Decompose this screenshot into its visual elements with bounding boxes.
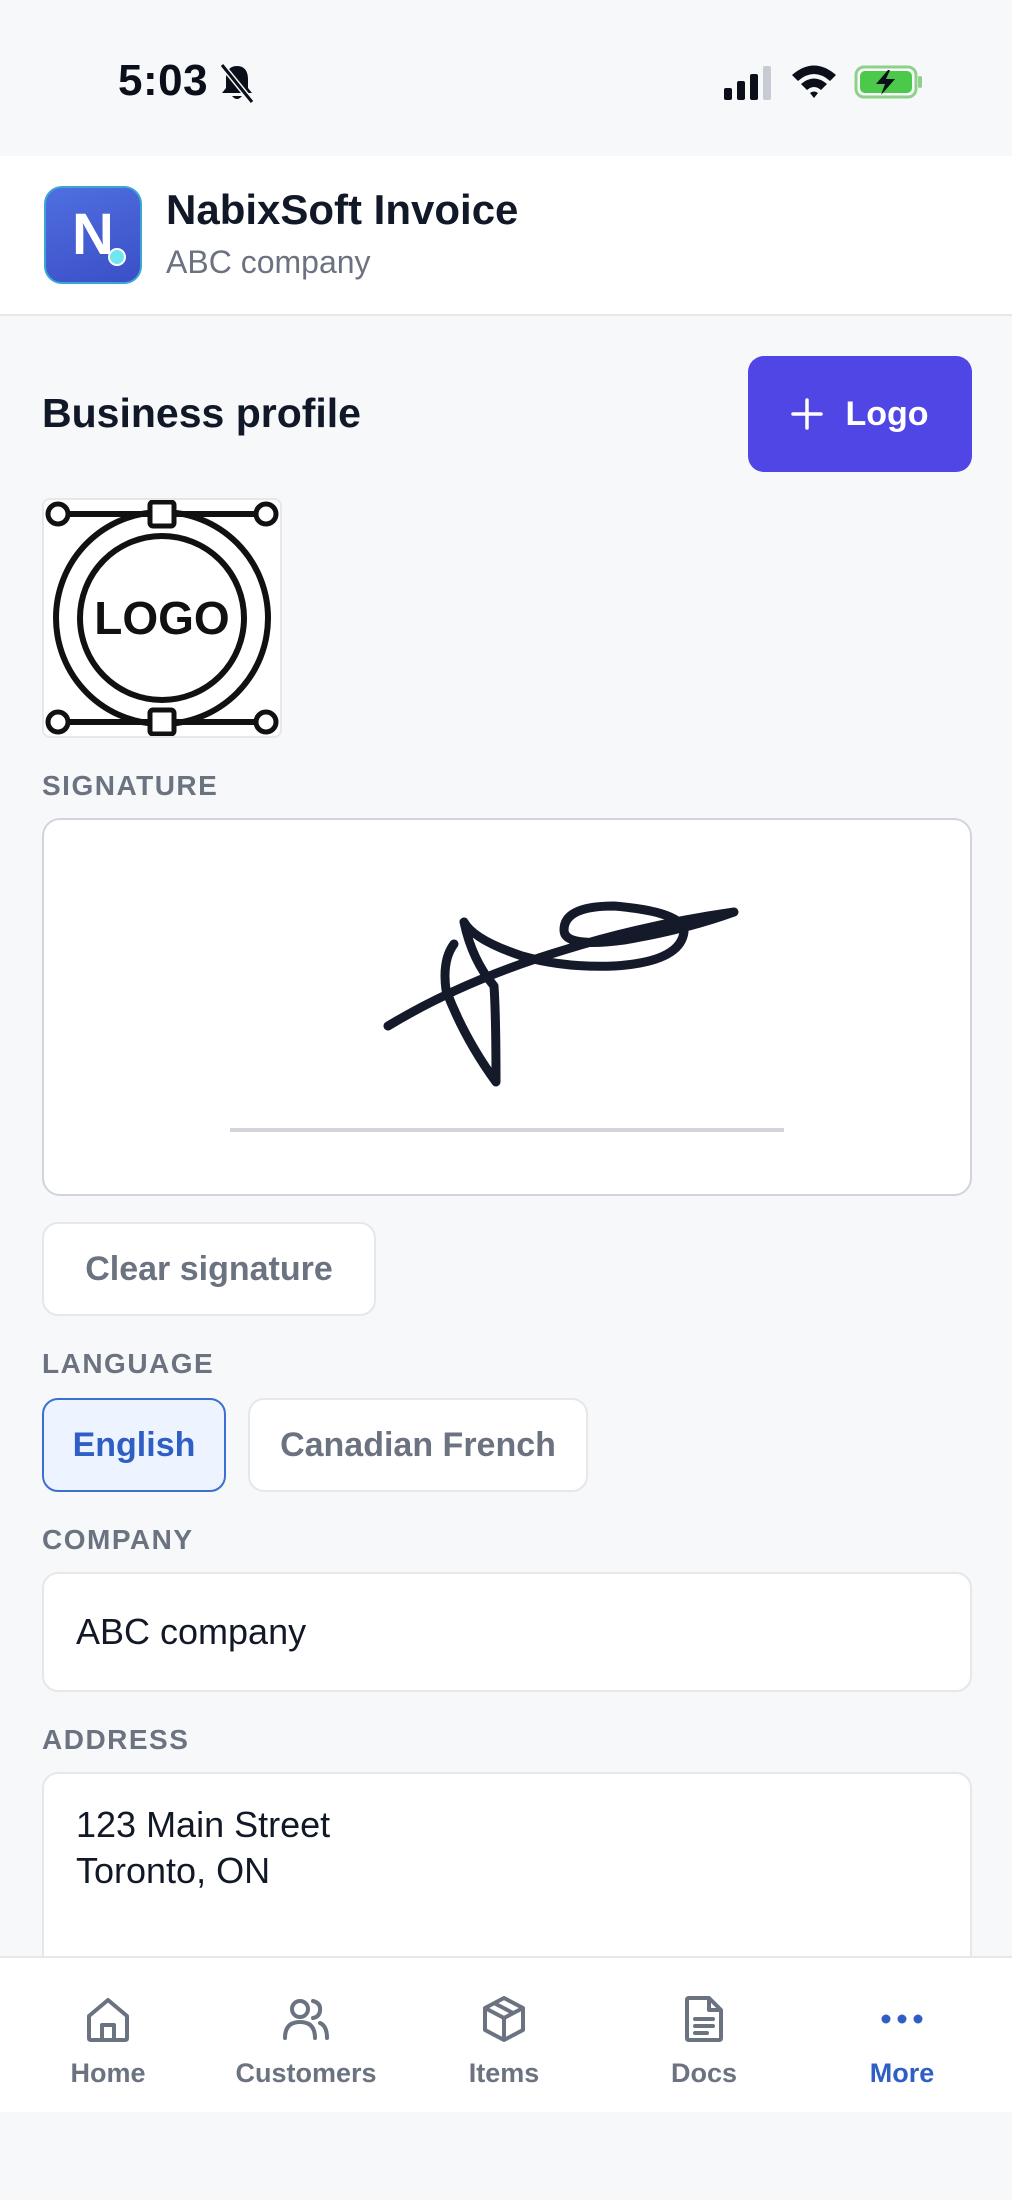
nav-customers-label: Customers [235, 2058, 377, 2088]
logo-text: LOGO [94, 592, 229, 644]
app-logo: N [44, 186, 142, 284]
signature-label: SIGNATURE [42, 770, 219, 801]
business-profile-screen: 5:03 N NabixSoft Invoice ABC company Bus… [0, 0, 1012, 2200]
status-bar: 5:03 [0, 0, 1012, 156]
wifi-icon [792, 65, 836, 98]
box-icon [483, 1996, 525, 2042]
document-icon [685, 1996, 723, 2042]
nav-more-label: More [869, 2058, 935, 2088]
app-header: N NabixSoft Invoice ABC company [0, 156, 1012, 316]
signature-pad[interactable] [42, 818, 972, 1196]
company-input[interactable]: ABC company [42, 1572, 972, 1692]
check-badge-icon [108, 248, 126, 266]
signature-drawing [230, 901, 784, 1132]
add-logo-label: Logo [845, 394, 929, 433]
address-label: ADDRESS [42, 1724, 190, 1755]
cellular-signal-icon [724, 66, 771, 100]
language-label: LANGUAGE [42, 1348, 215, 1379]
nav-customers[interactable]: Customers [216, 1958, 396, 2114]
nav-docs-label: Docs [670, 2058, 738, 2088]
bell-muted-icon [219, 63, 255, 104]
nav-items-label: Items [468, 2058, 540, 2088]
address-line: 123 Main Street [76, 1804, 331, 1845]
nav-more[interactable]: More [812, 1958, 992, 2114]
language-option-english[interactable]: English [42, 1398, 226, 1492]
nav-items[interactable]: Items [414, 1958, 594, 2114]
page-title: Business profile [42, 390, 361, 436]
company-label: COMPANY [42, 1524, 194, 1555]
clear-signature-button[interactable]: Clear signature [42, 1222, 376, 1316]
nav-home-label: Home [70, 2058, 146, 2088]
plus-icon [791, 398, 824, 430]
home-indicator-area [0, 2112, 1012, 2200]
app-title: NabixSoft Invoice [166, 186, 519, 233]
nav-docs[interactable]: Docs [614, 1958, 794, 2114]
language-option-canadian-french[interactable]: Canadian French [248, 1398, 588, 1492]
battery-charging-icon [854, 65, 922, 99]
app-logo-letter: N [72, 202, 114, 267]
address-line: Toronto, ON [76, 1850, 271, 1891]
more-icon [881, 2014, 923, 2024]
home-icon [87, 1998, 129, 2042]
logo-image: LOGO [45, 499, 279, 737]
logo-preview[interactable]: LOGO [42, 498, 282, 738]
nav-home[interactable]: Home [18, 1958, 198, 2114]
status-time: 5:03 [118, 56, 209, 105]
bottom-navigation: Home Customers Items Docs More [0, 1956, 1012, 2112]
add-logo-button[interactable]: Logo [748, 356, 972, 472]
users-icon [283, 1999, 329, 2040]
company-subtitle: ABC company [166, 244, 371, 280]
